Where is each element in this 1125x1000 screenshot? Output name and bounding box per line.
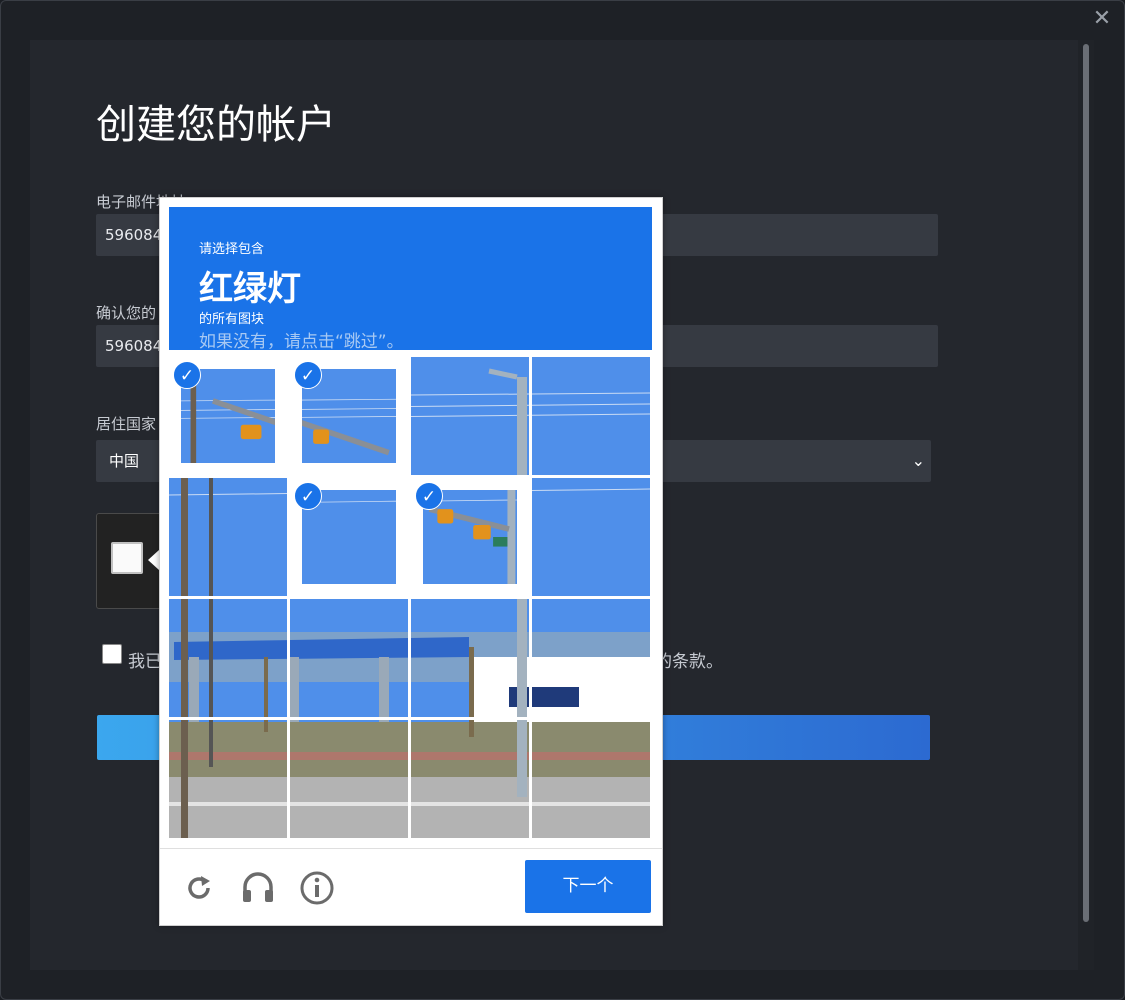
popup-pointer bbox=[148, 550, 159, 570]
audio-icon[interactable] bbox=[238, 868, 278, 908]
captcha-tile[interactable]: ✓ bbox=[290, 357, 408, 475]
captcha-skip-hint: 如果没有，请点击“跳过”。 bbox=[199, 332, 404, 350]
tile-image bbox=[532, 478, 650, 596]
captcha-tile[interactable] bbox=[411, 599, 529, 717]
captcha-tile[interactable] bbox=[290, 720, 408, 838]
confirm-email-label: 确认您的 bbox=[96, 304, 157, 322]
captcha-tile[interactable] bbox=[532, 357, 650, 475]
captcha-tile[interactable] bbox=[532, 478, 650, 596]
captcha-tile[interactable] bbox=[169, 720, 287, 838]
page-title: 创建您的帐户 bbox=[96, 102, 336, 148]
scrollbar-thumb[interactable] bbox=[1083, 44, 1089, 922]
captcha-tile[interactable] bbox=[532, 599, 650, 717]
selected-check-icon: ✓ bbox=[415, 482, 443, 510]
tile-image bbox=[169, 720, 287, 838]
tile-image bbox=[169, 599, 287, 717]
tile-image bbox=[532, 720, 650, 838]
captcha-prompt-post: 的所有图块 bbox=[199, 312, 265, 327]
info-icon[interactable] bbox=[297, 868, 337, 908]
captcha-challenge: 请选择包含 红绿灯 的所有图块 如果没有，请点击“跳过”。 ✓ ✓ ✓ ✓ 下一… bbox=[159, 197, 663, 926]
captcha-prompt-pre: 请选择包含 bbox=[199, 242, 265, 257]
captcha-tile[interactable]: ✓ bbox=[411, 478, 529, 596]
captcha-header: 请选择包含 红绿灯 的所有图块 如果没有，请点击“跳过”。 bbox=[169, 207, 652, 350]
tile-image bbox=[411, 357, 529, 475]
captcha-target: 红绿灯 bbox=[199, 269, 301, 309]
captcha-divider bbox=[160, 848, 662, 849]
terms-label-start: 我已 bbox=[128, 652, 162, 672]
tile-image bbox=[532, 357, 650, 475]
captcha-tile[interactable]: ✓ bbox=[290, 478, 408, 596]
captcha-tile[interactable] bbox=[169, 599, 287, 717]
reload-icon[interactable] bbox=[179, 868, 219, 908]
captcha-tile[interactable] bbox=[411, 357, 529, 475]
country-label: 居住国家 bbox=[96, 415, 157, 433]
next-button[interactable]: 下一个 bbox=[525, 860, 651, 913]
tile-image bbox=[532, 599, 650, 717]
selected-check-icon: ✓ bbox=[294, 482, 322, 510]
terms-label-end: 的条款。 bbox=[655, 652, 723, 672]
selected-check-icon: ✓ bbox=[173, 361, 201, 389]
close-icon[interactable]: ✕ bbox=[1089, 6, 1115, 32]
tile-image bbox=[290, 720, 408, 838]
tile-image bbox=[169, 478, 287, 596]
captcha-tile[interactable]: ✓ bbox=[169, 357, 287, 475]
captcha-tile[interactable] bbox=[169, 478, 287, 596]
captcha-tile[interactable] bbox=[290, 599, 408, 717]
recaptcha-checkbox[interactable] bbox=[111, 542, 143, 574]
captcha-grid: ✓ ✓ ✓ ✓ bbox=[169, 357, 652, 840]
chevron-down-icon: ⌄ bbox=[911, 451, 925, 470]
terms-checkbox[interactable] bbox=[102, 644, 122, 664]
country-value: 中国 bbox=[109, 452, 140, 470]
selected-check-icon: ✓ bbox=[294, 361, 322, 389]
captcha-tile[interactable] bbox=[411, 720, 529, 838]
tile-image bbox=[411, 720, 529, 838]
captcha-tile[interactable] bbox=[532, 720, 650, 838]
tile-image bbox=[290, 599, 408, 717]
tile-image bbox=[411, 599, 529, 717]
